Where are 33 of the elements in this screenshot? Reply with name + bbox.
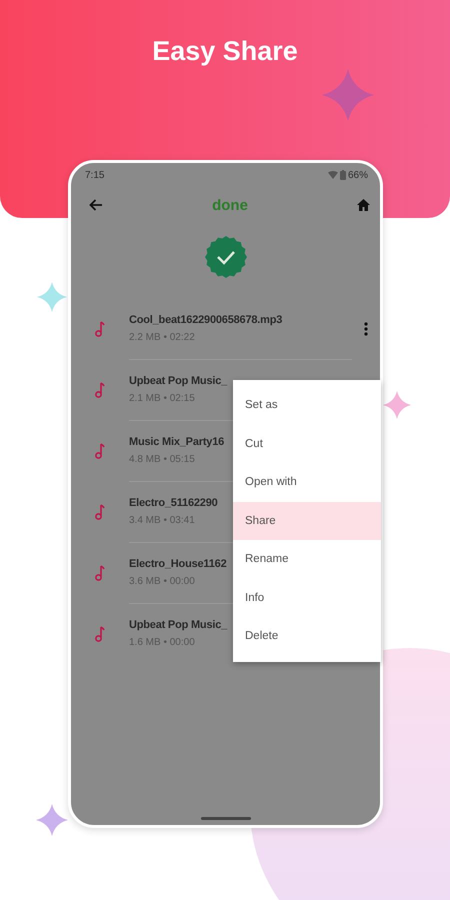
- file-name: Electro_51162290: [129, 496, 218, 508]
- menu-item[interactable]: Rename: [233, 540, 381, 578]
- menu-item[interactable]: Info: [233, 578, 381, 617]
- menu-item[interactable]: Set as: [233, 386, 381, 424]
- music-note-icon: [95, 442, 105, 458]
- sparkle-icon: [322, 69, 374, 121]
- menu-item[interactable]: Delete: [233, 617, 381, 656]
- success-check-icon: [204, 236, 246, 278]
- back-icon[interactable]: [89, 199, 103, 211]
- wifi-icon: [328, 171, 338, 179]
- sparkle-icon: [37, 282, 67, 312]
- battery-level: 66%: [348, 170, 368, 180]
- menu-item[interactable]: Cut: [233, 424, 381, 463]
- file-name: Electro_House1162: [129, 558, 226, 570]
- home-icon[interactable]: [357, 199, 370, 211]
- headline: Easy Share: [151, 36, 299, 67]
- file-name: Upbeat Pop Music_: [129, 619, 228, 631]
- file-name: Cool_beat1622900658678.mp3: [129, 314, 282, 326]
- screen-title: done: [212, 196, 248, 214]
- sparkle-icon: [36, 804, 68, 836]
- status-time: 7:15: [85, 170, 104, 180]
- sparkle-icon: [383, 391, 411, 419]
- file-name: Music Mix_Party16: [129, 436, 224, 448]
- music-note-icon: [95, 320, 105, 336]
- file-name: Upbeat Pop Music_: [129, 374, 228, 386]
- more-icon[interactable]: [364, 322, 368, 336]
- menu-item[interactable]: Open with: [233, 463, 381, 502]
- menu-item[interactable]: Share: [233, 502, 381, 540]
- music-note-icon: [95, 564, 105, 580]
- music-note-icon: [95, 504, 105, 520]
- music-note-icon: [95, 626, 105, 642]
- battery-icon: [340, 170, 346, 180]
- music-note-icon: [95, 382, 105, 398]
